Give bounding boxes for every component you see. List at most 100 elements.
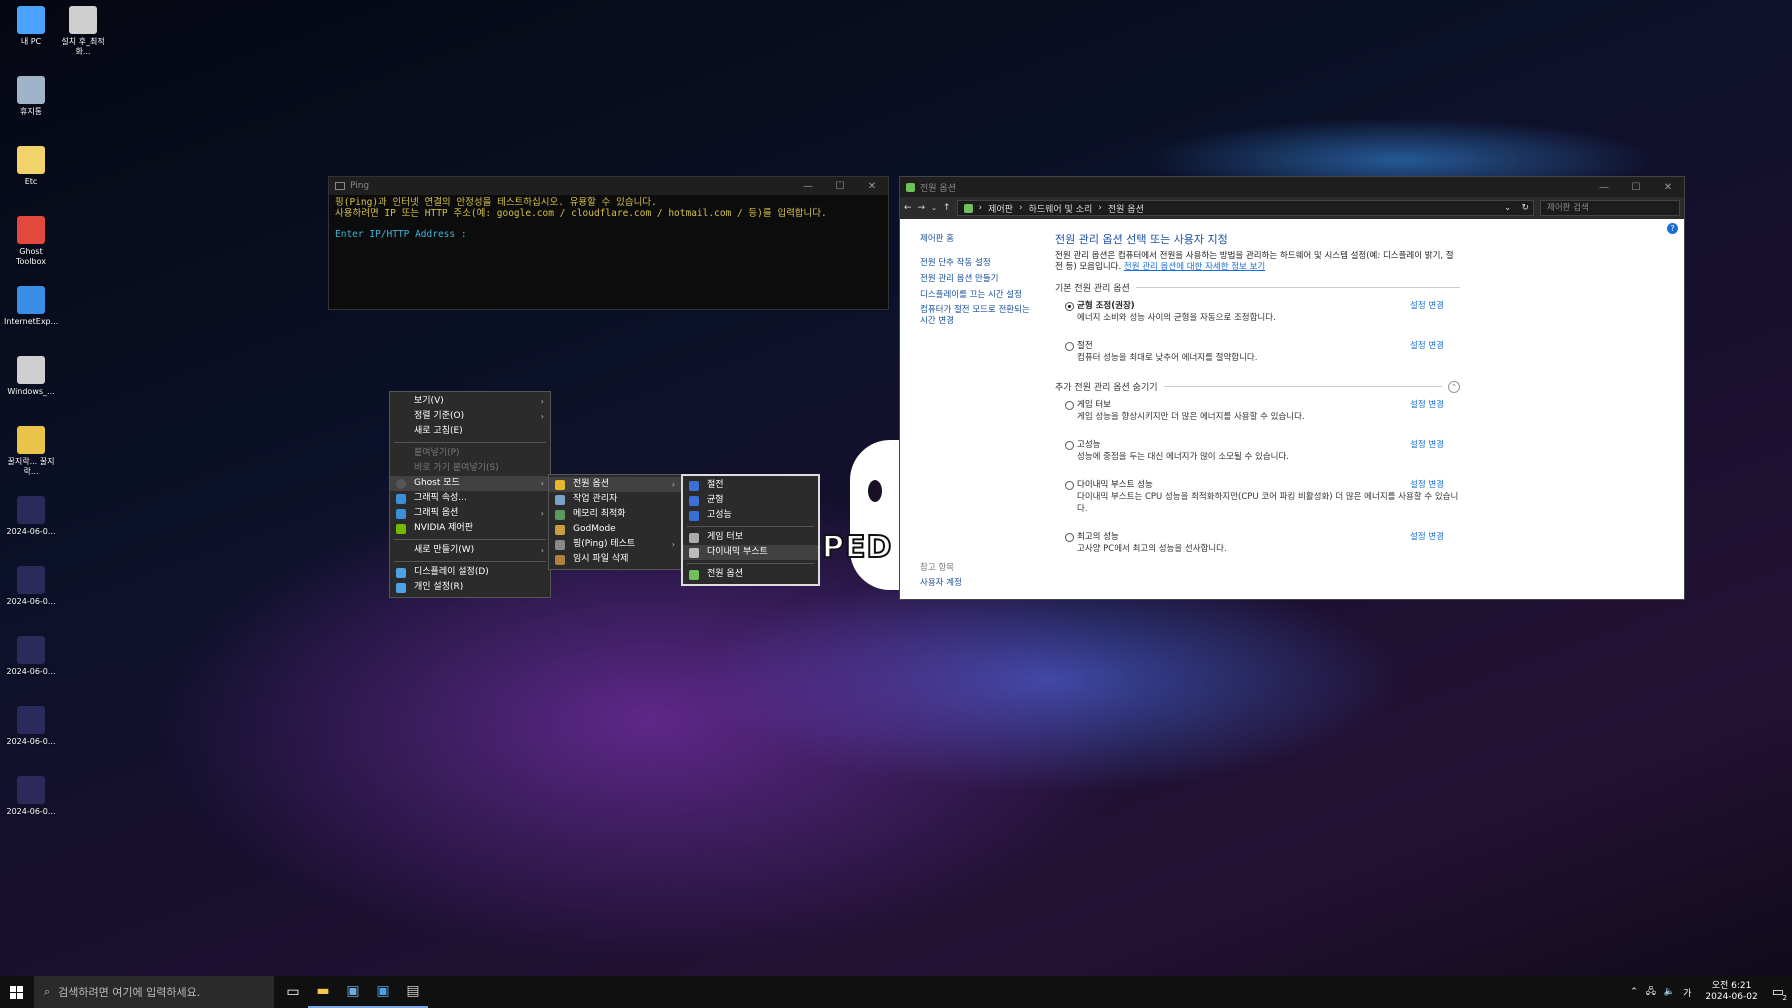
change-settings-link[interactable]: 설정 변경 [1410, 531, 1444, 543]
menu-item-memory-optimize[interactable]: 메모리 최적화 [549, 507, 681, 522]
maximize-button[interactable]: ☐ [824, 181, 856, 192]
chevron-up-icon[interactable]: ⌃ [1630, 987, 1638, 997]
plan-radio[interactable] [1065, 302, 1074, 311]
breadcrumb-item[interactable]: 제어판 [988, 202, 1013, 215]
plan-radio[interactable] [1065, 441, 1074, 450]
menu-item-graphics-properties[interactable]: 그래픽 속성... [390, 491, 550, 506]
menu-item-balanced[interactable]: 균형 [683, 493, 818, 508]
desktop-icon[interactable]: 내 PC [4, 6, 58, 47]
menu-item-new[interactable]: 새로 만들기(W) › [390, 543, 550, 558]
change-settings-link[interactable]: 설정 변경 [1410, 340, 1444, 352]
menu-item-refresh[interactable]: 새로 고침(E) [390, 424, 550, 439]
close-button[interactable]: ✕ [1652, 182, 1684, 193]
menu-item-nvidia[interactable]: NVIDIA 제어판 [390, 521, 550, 536]
menu-item-personalize[interactable]: 개인 설정(R) [390, 580, 550, 595]
menu-item-task-manager[interactable]: 작업 관리자 [549, 492, 681, 507]
plan-name[interactable]: 게임 터보 [1077, 399, 1460, 411]
desktop-icon[interactable]: 설치 후_최적화... [56, 6, 110, 57]
plan-name[interactable]: 절전 [1077, 340, 1460, 352]
menu-item-power-saver[interactable]: 절전 [683, 478, 818, 493]
change-settings-link[interactable]: 설정 변경 [1410, 479, 1444, 491]
desktop-icon[interactable]: Ghost Toolbox [4, 216, 58, 267]
ping-titlebar[interactable]: Ping — ☐ ✕ [329, 177, 888, 195]
collapse-chevron-icon[interactable]: ⌃ [1448, 380, 1460, 393]
sidebar-link[interactable]: 컴퓨터가 절전 모드로 전환되는 시간 변경 [920, 305, 1040, 327]
desktop-icon[interactable]: 휴지통 [4, 76, 58, 117]
breadcrumb-item[interactable]: 전원 옵션 [1108, 202, 1144, 215]
task-view-icon[interactable]: ▭ [278, 976, 308, 1008]
up-arrow-icon[interactable]: ↑ [943, 203, 951, 213]
plan-radio[interactable] [1065, 481, 1074, 490]
forward-arrow-icon[interactable]: → [918, 203, 926, 213]
desktop-icon[interactable]: 2024-06-0... [4, 706, 58, 747]
intro-link[interactable]: 전원 관리 옵션에 대한 자세한 정보 보기 [1124, 262, 1265, 272]
app-window-icon[interactable]: ▣ [338, 976, 368, 1008]
minimize-button[interactable]: — [792, 181, 824, 192]
breadcrumb[interactable]: › 제어판 › 하드웨어 및 소리 › 전원 옵션 ⌄ ↻ [956, 200, 1534, 216]
notification-icon[interactable]: ▭ 2 [1772, 985, 1787, 1002]
menu-item-power-options-link[interactable]: 전원 옵션 [683, 567, 818, 582]
menu-item-power-options[interactable]: 전원 옵션 › [549, 477, 681, 492]
plan-radio[interactable] [1065, 342, 1074, 351]
menu-item-temp-delete[interactable]: 임시 파일 삭제 [549, 552, 681, 567]
extra-plans-header[interactable]: 추가 전원 관리 옵션 숨기기 ⌃ [1055, 380, 1460, 393]
refresh-icon[interactable]: ↻ [1521, 203, 1529, 213]
back-arrow-icon[interactable]: ← [904, 203, 912, 213]
minimize-button[interactable]: — [1588, 182, 1620, 193]
plan-name[interactable]: 고성능 [1077, 439, 1460, 451]
chevron-down-icon[interactable]: ⌄ [931, 204, 937, 212]
control-panel-taskbar-icon[interactable]: ▣ [368, 976, 398, 1008]
menu-item-high-performance[interactable]: 고성능 [683, 508, 818, 523]
menu-item-game-turbo[interactable]: 게임 터보 [683, 530, 818, 545]
close-button[interactable]: ✕ [856, 181, 888, 192]
network-icon[interactable]: 🖧 [1646, 984, 1656, 1000]
help-icon[interactable]: ? [1667, 223, 1678, 234]
menu-item-dynamic-boost[interactable]: 다이내믹 부스트 [683, 545, 818, 560]
desktop-icon[interactable]: Windows_... [4, 356, 58, 397]
menu-item-sort[interactable]: 정렬 기준(O) › [390, 409, 550, 424]
user-accounts-link[interactable]: 사용자 계정 [920, 576, 962, 588]
menu-item-display-settings[interactable]: 디스플레이 설정(D) [390, 565, 550, 580]
menu-item-ghost-mode[interactable]: Ghost 모드 › [390, 476, 550, 491]
desktop-icon[interactable]: 꿀지락... 꿀지락... [4, 426, 58, 477]
menu-item-view[interactable]: 보기(V) › [390, 394, 550, 409]
ime-indicator[interactable]: 가 [1683, 986, 1691, 999]
change-settings-link[interactable]: 설정 변경 [1410, 399, 1444, 411]
console-prompt[interactable]: Enter IP/HTTP Address : [335, 229, 882, 240]
search-input[interactable]: 제어판 검색 [1540, 200, 1680, 216]
maximize-button[interactable]: ☐ [1620, 182, 1652, 193]
volume-icon[interactable]: 🔈 [1664, 987, 1675, 997]
plan-name[interactable]: 다이내믹 부스트 성능 [1077, 479, 1460, 491]
desktop-icon[interactable]: 2024-06-0... [4, 496, 58, 537]
console-taskbar-icon[interactable]: ▤ [398, 976, 428, 1008]
ping-console-window[interactable]: Ping — ☐ ✕ 핑(Ping)과 인터넷 연결의 안정성을 테스트하십시오… [328, 176, 889, 310]
console-output[interactable]: 핑(Ping)과 인터넷 연결의 안정성을 테스트하십시오. 유용할 수 있습니… [329, 195, 888, 242]
clock[interactable]: 오전 6:21 2024-06-02 [1705, 981, 1757, 1003]
desktop-icon[interactable]: 2024-06-0... [4, 636, 58, 677]
sidebar-link[interactable]: 전원 단추 작동 설정 [920, 255, 1040, 271]
sidebar-link[interactable]: 전원 관리 옵션 만들기 [920, 271, 1040, 287]
desktop-icon[interactable]: 2024-06-0... [4, 776, 58, 817]
plan-radio[interactable] [1065, 401, 1074, 410]
plan-name[interactable]: 균형 조정(권장) [1077, 300, 1460, 312]
menu-item-godmode[interactable]: GodMode [549, 522, 681, 537]
control-panel-home-link[interactable]: 제어판 홈 [920, 231, 1040, 247]
chevron-down-icon[interactable]: ⌄ [1504, 203, 1512, 213]
breadcrumb-item[interactable]: 하드웨어 및 소리 [1029, 202, 1093, 215]
change-settings-link[interactable]: 설정 변경 [1410, 439, 1444, 451]
power-options-window[interactable]: 전원 옵션 — ☐ ✕ ← → ⌄ ↑ › 제어판 › 하드웨어 및 소리 › 전원 … [899, 176, 1685, 600]
desktop-icon[interactable]: Etc [4, 146, 58, 187]
desktop-icon[interactable]: InternetExp... [4, 286, 58, 327]
power-titlebar[interactable]: 전원 옵션 — ☐ ✕ [900, 177, 1684, 197]
desktop-icon[interactable]: 2024-06-0... [4, 566, 58, 607]
plan-name[interactable]: 최고의 성능 [1077, 531, 1460, 543]
menu-item-graphics-options[interactable]: 그래픽 옵션 › [390, 506, 550, 521]
plan-radio[interactable] [1065, 533, 1074, 542]
sidebar-link[interactable]: 디스플레이를 끄는 시간 설정 [920, 287, 1040, 303]
taskbar-search-input[interactable]: ⌕ 검색하려면 여기에 입력하세요. [34, 976, 274, 1008]
menu-item-ping-test[interactable]: 핑(Ping) 테스트 › [549, 537, 681, 552]
file-explorer-icon[interactable]: ▬ [308, 976, 338, 1008]
windows-start-icon[interactable] [10, 986, 23, 999]
change-settings-link[interactable]: 설정 변경 [1410, 300, 1444, 312]
dynamic-boost-icon [689, 548, 699, 558]
